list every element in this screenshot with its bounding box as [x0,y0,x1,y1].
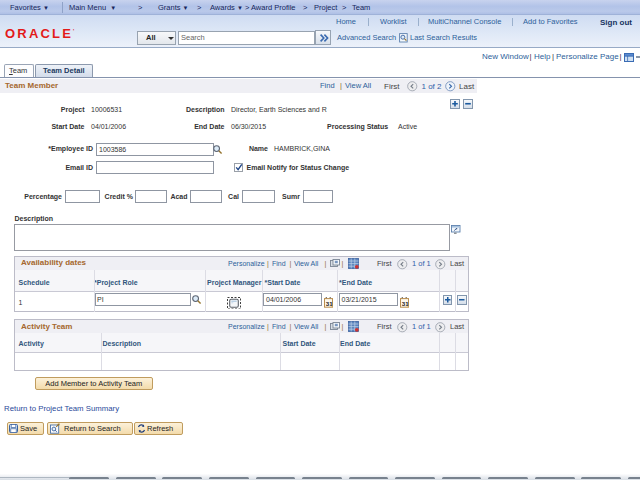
svg-text:31: 31 [401,299,408,306]
svg-text:31: 31 [325,299,332,306]
